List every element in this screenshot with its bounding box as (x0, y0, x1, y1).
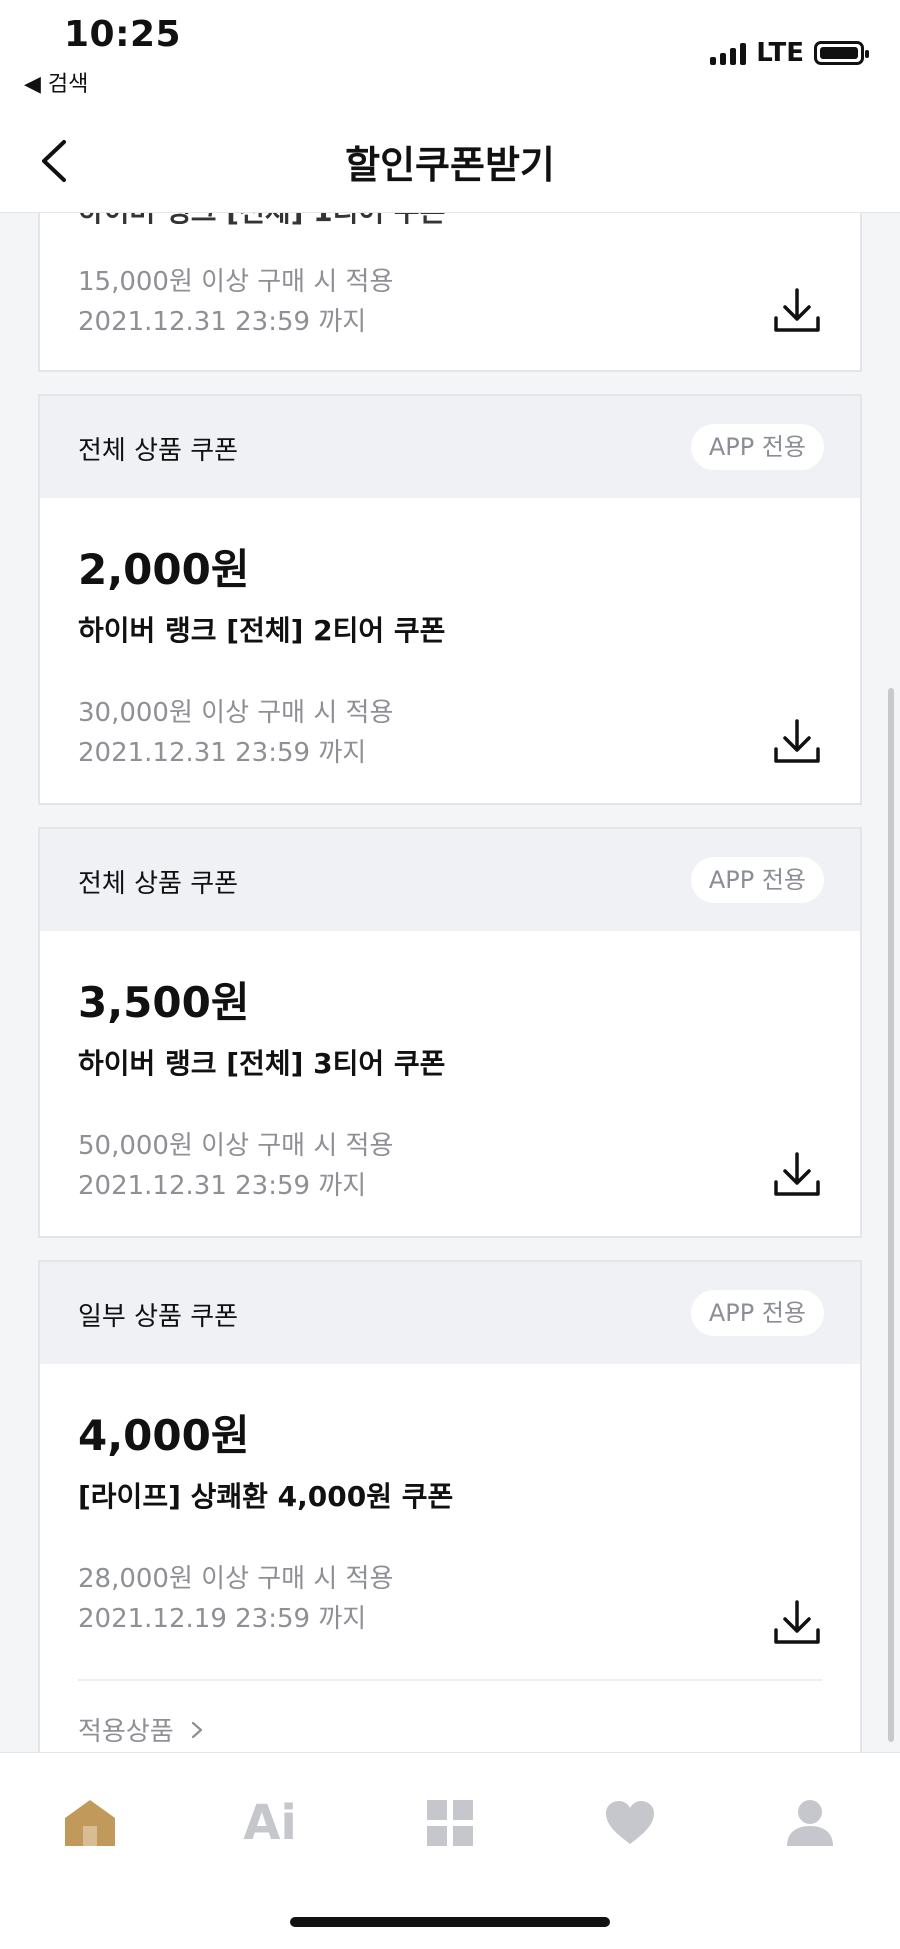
app-only-badge: APP 전용 (690, 1290, 824, 1336)
scrollbar[interactable] (888, 688, 894, 1742)
coupon-header: 전체 상품 쿠폰 APP 전용 (40, 829, 860, 931)
app-only-badge: APP 전용 (690, 857, 824, 903)
app-only-badge: APP 전용 (690, 424, 824, 470)
download-icon[interactable] (772, 1598, 822, 1648)
coupon-expiry: 2021.12.31 23:59 까지 (78, 738, 367, 768)
navigation-bar: 할인쿠폰받기 (0, 110, 900, 213)
coupon-name: 하이버 랭크 [전체] 2티어 쿠폰 (78, 614, 446, 647)
chevron-right-icon (191, 1721, 202, 1738)
coupon-amount: 2,000원 (78, 545, 250, 594)
home-indicator (290, 1917, 610, 1927)
coupon-card: 일부 상품 쿠폰 APP 전용 4,000원 [라이프] 상쾌환 4,000원 … (38, 1260, 862, 1780)
bottom-tab-bar: Ai (0, 1752, 900, 1949)
coupon-type: 전체 상품 쿠폰 (78, 436, 239, 466)
status-indicators: LTE (710, 38, 869, 68)
coupon-min-purchase: 15,000원 이상 구매 시 적용 (78, 267, 394, 297)
coupon-min-purchase: 28,000원 이상 구매 시 적용 (78, 1564, 394, 1594)
coupon-list: 하이버 랭크 [전체] 1티어 쿠폰 15,000원 이상 구매 시 적용 20… (38, 195, 862, 1780)
coupon-name: [라이프] 상쾌환 4,000원 쿠폰 (78, 1480, 454, 1513)
coupon-min-purchase: 50,000원 이상 구매 시 적용 (78, 1131, 394, 1161)
applicable-products-link[interactable]: 적용상품 (78, 1681, 822, 1748)
person-icon[interactable] (770, 1783, 850, 1863)
battery-icon (814, 41, 869, 65)
coupon-expiry: 2021.12.19 23:59 까지 (78, 1604, 367, 1634)
ai-icon[interactable]: Ai (230, 1783, 310, 1863)
coupon-conditions: 28,000원 이상 구매 시 적용 2021.12.19 23:59 까지 (78, 1559, 822, 1639)
coupon-card: 전체 상품 쿠폰 APP 전용 2,000원 하이버 랭크 [전체] 2티어 쿠… (38, 394, 862, 805)
coupon-name: 하이버 랭크 [전체] 3티어 쿠폰 (78, 1047, 446, 1080)
coupon-expiry: 2021.12.31 23:59 까지 (78, 1171, 367, 1201)
coupon-conditions: 50,000원 이상 구매 시 적용 2021.12.31 23:59 까지 (78, 1126, 822, 1206)
home-icon[interactable] (50, 1783, 130, 1863)
status-time: 10:25 (64, 14, 182, 55)
coupon-card: 하이버 랭크 [전체] 1티어 쿠폰 15,000원 이상 구매 시 적용 20… (38, 195, 862, 372)
coupon-amount: 4,000원 (78, 1411, 250, 1460)
page-title: 할인쿠폰받기 (345, 143, 555, 187)
category-grid-icon[interactable] (410, 1783, 490, 1863)
coupon-header: 전체 상품 쿠폰 APP 전용 (40, 396, 860, 498)
coupon-expiry: 2021.12.31 23:59 까지 (78, 307, 367, 337)
coupon-type: 일부 상품 쿠폰 (78, 1302, 239, 1332)
coupon-header: 일부 상품 쿠폰 APP 전용 (40, 1262, 860, 1364)
download-icon[interactable] (772, 1150, 822, 1200)
coupon-card: 전체 상품 쿠폰 APP 전용 3,500원 하이버 랭크 [전체] 3티어 쿠… (38, 827, 862, 1238)
coupon-conditions: 30,000원 이상 구매 시 적용 2021.12.31 23:59 까지 (78, 693, 822, 773)
back-to-app-link[interactable]: ◀ 검색 (24, 66, 88, 98)
download-icon[interactable] (772, 717, 822, 767)
applicable-products-label: 적용상품 (78, 1717, 174, 1747)
signal-icon (710, 41, 747, 65)
coupon-type: 전체 상품 쿠폰 (78, 869, 239, 899)
coupon-amount: 3,500원 (78, 978, 250, 1027)
status-bar: 10:25 ◀ 검색 LTE (0, 0, 900, 110)
download-icon[interactable] (772, 286, 822, 336)
heart-icon[interactable] (590, 1783, 670, 1863)
coupon-conditions: 15,000원 이상 구매 시 적용 2021.12.31 23:59 까지 (78, 262, 822, 342)
network-label: LTE (756, 38, 804, 68)
coupon-min-purchase: 30,000원 이상 구매 시 적용 (78, 698, 394, 728)
